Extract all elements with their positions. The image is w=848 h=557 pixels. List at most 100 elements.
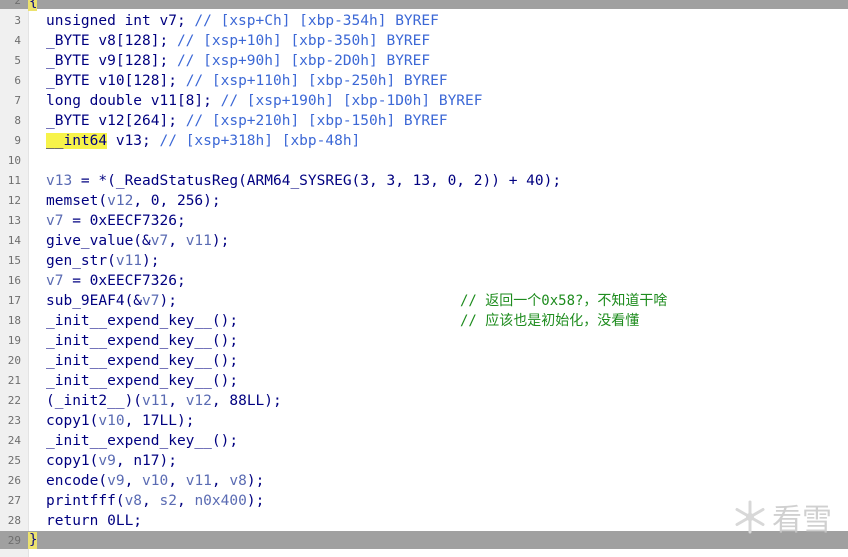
line-number: 18 [7, 314, 21, 327]
code-token: , [124, 473, 143, 489]
code-text: _init__expend_key__(); [46, 351, 238, 371]
code-token: v8 [124, 493, 143, 509]
line-number: 28 [7, 514, 21, 527]
code-line[interactable]: 13 v7 = 0xEECF7326; [0, 211, 848, 231]
code-editor[interactable]: { } 2 3 unsigned int v7; // [xsp+Ch] [xbp-… [0, 0, 848, 557]
code-text: gen_str(v11); [46, 251, 160, 271]
code-token: , [168, 393, 186, 409]
code-token: unsigned int v7; [46, 13, 195, 29]
watermark: 看雪 [732, 495, 832, 539]
code-token: , [168, 473, 186, 489]
code-text: _BYTE v9[128]; // [xsp+90h] [xbp-2D0h] B… [46, 51, 430, 71]
line-number: 23 [7, 414, 21, 427]
code-text: _init__expend_key__(); [46, 371, 238, 391]
code-token: v11 [185, 233, 212, 249]
code-token: = 0xEECF7326; [63, 213, 186, 229]
code-line[interactable]: 3 unsigned int v7; // [xsp+Ch] [xbp-354h]… [0, 11, 848, 31]
watermark-text: 看雪 [772, 503, 832, 538]
line-number: 20 [7, 354, 21, 367]
code-text: _init__expend_key__(); [46, 431, 238, 451]
code-text: long double v11[8]; // [xsp+190h] [xbp-1… [46, 91, 483, 111]
code-line[interactable]: 22 (_init2__)(v11, v12, 88LL); [0, 391, 848, 411]
code-token: = *(_ReadStatusReg(ARM64_SYSREG(3, 3, 13… [72, 173, 562, 189]
code-token: v8 [229, 473, 247, 489]
code-text: _BYTE v10[128]; // [xsp+110h] [xbp-250h]… [46, 71, 448, 91]
code-line[interactable]: 2 [0, 0, 848, 11]
code-token: gen_str( [46, 253, 116, 269]
line-number: 19 [7, 334, 21, 347]
code-token: = 0xEECF7326; [63, 273, 186, 289]
code-token: s2 [159, 493, 177, 509]
code-token: sub_9EAF4(& [46, 293, 143, 309]
code-line[interactable]: 11 v13 = *(_ReadStatusReg(ARM64_SYSREG(3,… [0, 171, 848, 191]
line-number: 12 [7, 194, 21, 207]
code-line[interactable]: 27 printfff(v8, s2, n0x400); [0, 491, 848, 511]
code-token: , 0, 256); [133, 193, 221, 209]
code-line[interactable]: 28 return 0LL; [0, 511, 848, 531]
code-line[interactable]: 8 _BYTE v12[264]; // [xsp+210h] [xbp-150h… [0, 111, 848, 131]
code-line[interactable]: 29 [0, 531, 848, 551]
code-line[interactable]: 5 _BYTE v9[128]; // [xsp+90h] [xbp-2D0h] … [0, 51, 848, 71]
code-text: v7 = 0xEECF7326; [46, 211, 186, 231]
line-number: 16 [7, 274, 21, 287]
code-token: return 0LL; [46, 513, 143, 529]
code-token: v10 [98, 413, 125, 429]
code-comment: // [xsp+Ch] [xbp-354h] BYREF [194, 13, 439, 29]
code-line[interactable]: 21 _init__expend_key__(); [0, 371, 848, 391]
line-number: 24 [7, 434, 21, 447]
code-token: _init__expend_key__(); [46, 433, 239, 449]
code-line[interactable]: 7 long double v11[8]; // [xsp+190h] [xbp-… [0, 91, 848, 111]
code-token: _BYTE v12[264]; [46, 113, 186, 129]
line-number: 15 [7, 254, 21, 267]
snowflake-icon [735, 500, 765, 534]
code-line[interactable]: 12 memset(v12, 0, 256); [0, 191, 848, 211]
code-token: _init__expend_key__(); [46, 313, 239, 329]
line-number: 27 [7, 494, 21, 507]
code-line[interactable]: 17 sub_9EAF4(&v7); // 返回一个0x58?，不知道干啥 [0, 291, 848, 311]
code-token: give_value(& [46, 233, 151, 249]
code-token: v7 [150, 233, 169, 249]
code-token: _BYTE v10[128]; [46, 73, 186, 89]
code-token: v11 [142, 393, 169, 409]
code-token: ); [142, 253, 160, 269]
code-text: v13 = *(_ReadStatusReg(ARM64_SYSREG(3, 3… [46, 171, 561, 191]
line-number: 5 [14, 54, 21, 67]
code-line[interactable]: 10 [0, 151, 848, 171]
code-token: _init__expend_key__(); [46, 353, 239, 369]
code-text: copy1(v10, 17LL); [46, 411, 194, 431]
code-token: ); [211, 233, 230, 249]
code-line[interactable]: 20 _init__expend_key__(); [0, 351, 848, 371]
code-token: v7 [46, 273, 64, 289]
code-line[interactable]: 18 _init__expend_key__(); // 应该也是初始化，没看懂 [0, 311, 848, 331]
code-token: v13 [46, 173, 73, 189]
code-token: v9 [98, 453, 116, 469]
code-token: _init__expend_key__(); [46, 333, 239, 349]
code-token: _init__expend_key__(); [46, 373, 239, 389]
code-token: v7 [142, 293, 160, 309]
line-number: 10 [7, 154, 21, 167]
code-line[interactable]: 26 encode(v9, v10, v11, v8); [0, 471, 848, 491]
code-token: v12 [185, 393, 212, 409]
user-comment: // 应该也是初始化，没看懂 [460, 313, 640, 329]
code-line[interactable]: 24 _init__expend_key__(); [0, 431, 848, 451]
code-text: sub_9EAF4(&v7); [46, 291, 177, 311]
code-line[interactable]: 19 _init__expend_key__(); [0, 331, 848, 351]
code-line[interactable]: 14 give_value(&v7, v11); [0, 231, 848, 251]
code-line[interactable]: 15 gen_str(v11); [0, 251, 848, 271]
code-line[interactable]: 25 copy1(v9, n17); [0, 451, 848, 471]
code-line[interactable]: 9 __int64 v13; // [xsp+318h] [xbp-48h] [0, 131, 848, 151]
code-token: v10 [142, 473, 169, 489]
code-token: v12 [107, 193, 134, 209]
code-line[interactable]: 6 _BYTE v10[128]; // [xsp+110h] [xbp-250h… [0, 71, 848, 91]
line-number: 21 [7, 374, 21, 387]
code-token: v11 [115, 253, 143, 269]
code-text: v7 = 0xEECF7326; [46, 271, 186, 291]
line-number: 26 [7, 474, 21, 487]
code-line[interactable]: 4 _BYTE v8[128]; // [xsp+10h] [xbp-350h] … [0, 31, 848, 51]
line-number: 9 [14, 134, 21, 147]
code-line[interactable]: 23 copy1(v10, 17LL); [0, 411, 848, 431]
code-line[interactable]: 16 v7 = 0xEECF7326; [0, 271, 848, 291]
code-token: , [168, 233, 186, 249]
code-comment: // [xsp+90h] [xbp-2D0h] BYREF [176, 53, 431, 69]
code-text: encode(v9, v10, v11, v8); [46, 471, 264, 491]
